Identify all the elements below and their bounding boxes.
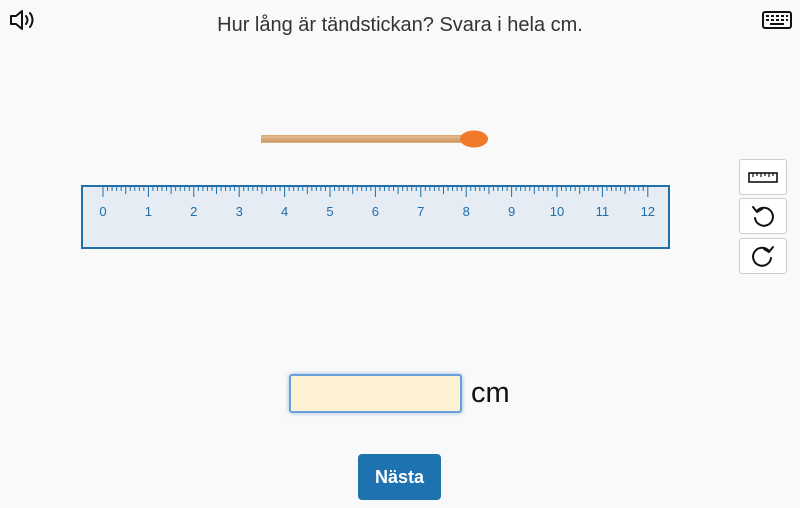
- next-button[interactable]: Nästa: [358, 454, 441, 500]
- unit-label: cm: [471, 377, 510, 409]
- ruler-label: 10: [550, 204, 564, 219]
- ruler-label: 3: [236, 204, 243, 219]
- ruler-label: 1: [145, 204, 152, 219]
- ruler-label: 8: [463, 204, 470, 219]
- ruler-label: 4: [281, 204, 288, 219]
- ruler-label: 7: [417, 204, 424, 219]
- ruler-label: 0: [99, 204, 106, 219]
- ruler-label: 6: [372, 204, 379, 219]
- ruler-label: 2: [190, 204, 197, 219]
- keyboard-icon[interactable]: [762, 10, 792, 30]
- ruler-label: 11: [596, 204, 610, 219]
- question-text: Hur lång är tändstickan? Svara i hela cm…: [217, 14, 583, 36]
- undo-button[interactable]: [739, 198, 787, 234]
- ruler-tool-button[interactable]: [739, 159, 787, 195]
- ruler-icon: [748, 172, 778, 183]
- undo-icon: [752, 206, 774, 227]
- ruler-label: 12: [641, 204, 655, 219]
- matchstick: [261, 130, 491, 150]
- ruler[interactable]: 0 1 2 3 4 5 6 7 8 9 10 11 12: [81, 185, 670, 249]
- ruler-label: 5: [326, 204, 333, 219]
- ruler-label: 9: [508, 204, 515, 219]
- redo-icon: [752, 246, 774, 267]
- redo-button[interactable]: [739, 238, 787, 274]
- answer-input[interactable]: [289, 374, 462, 413]
